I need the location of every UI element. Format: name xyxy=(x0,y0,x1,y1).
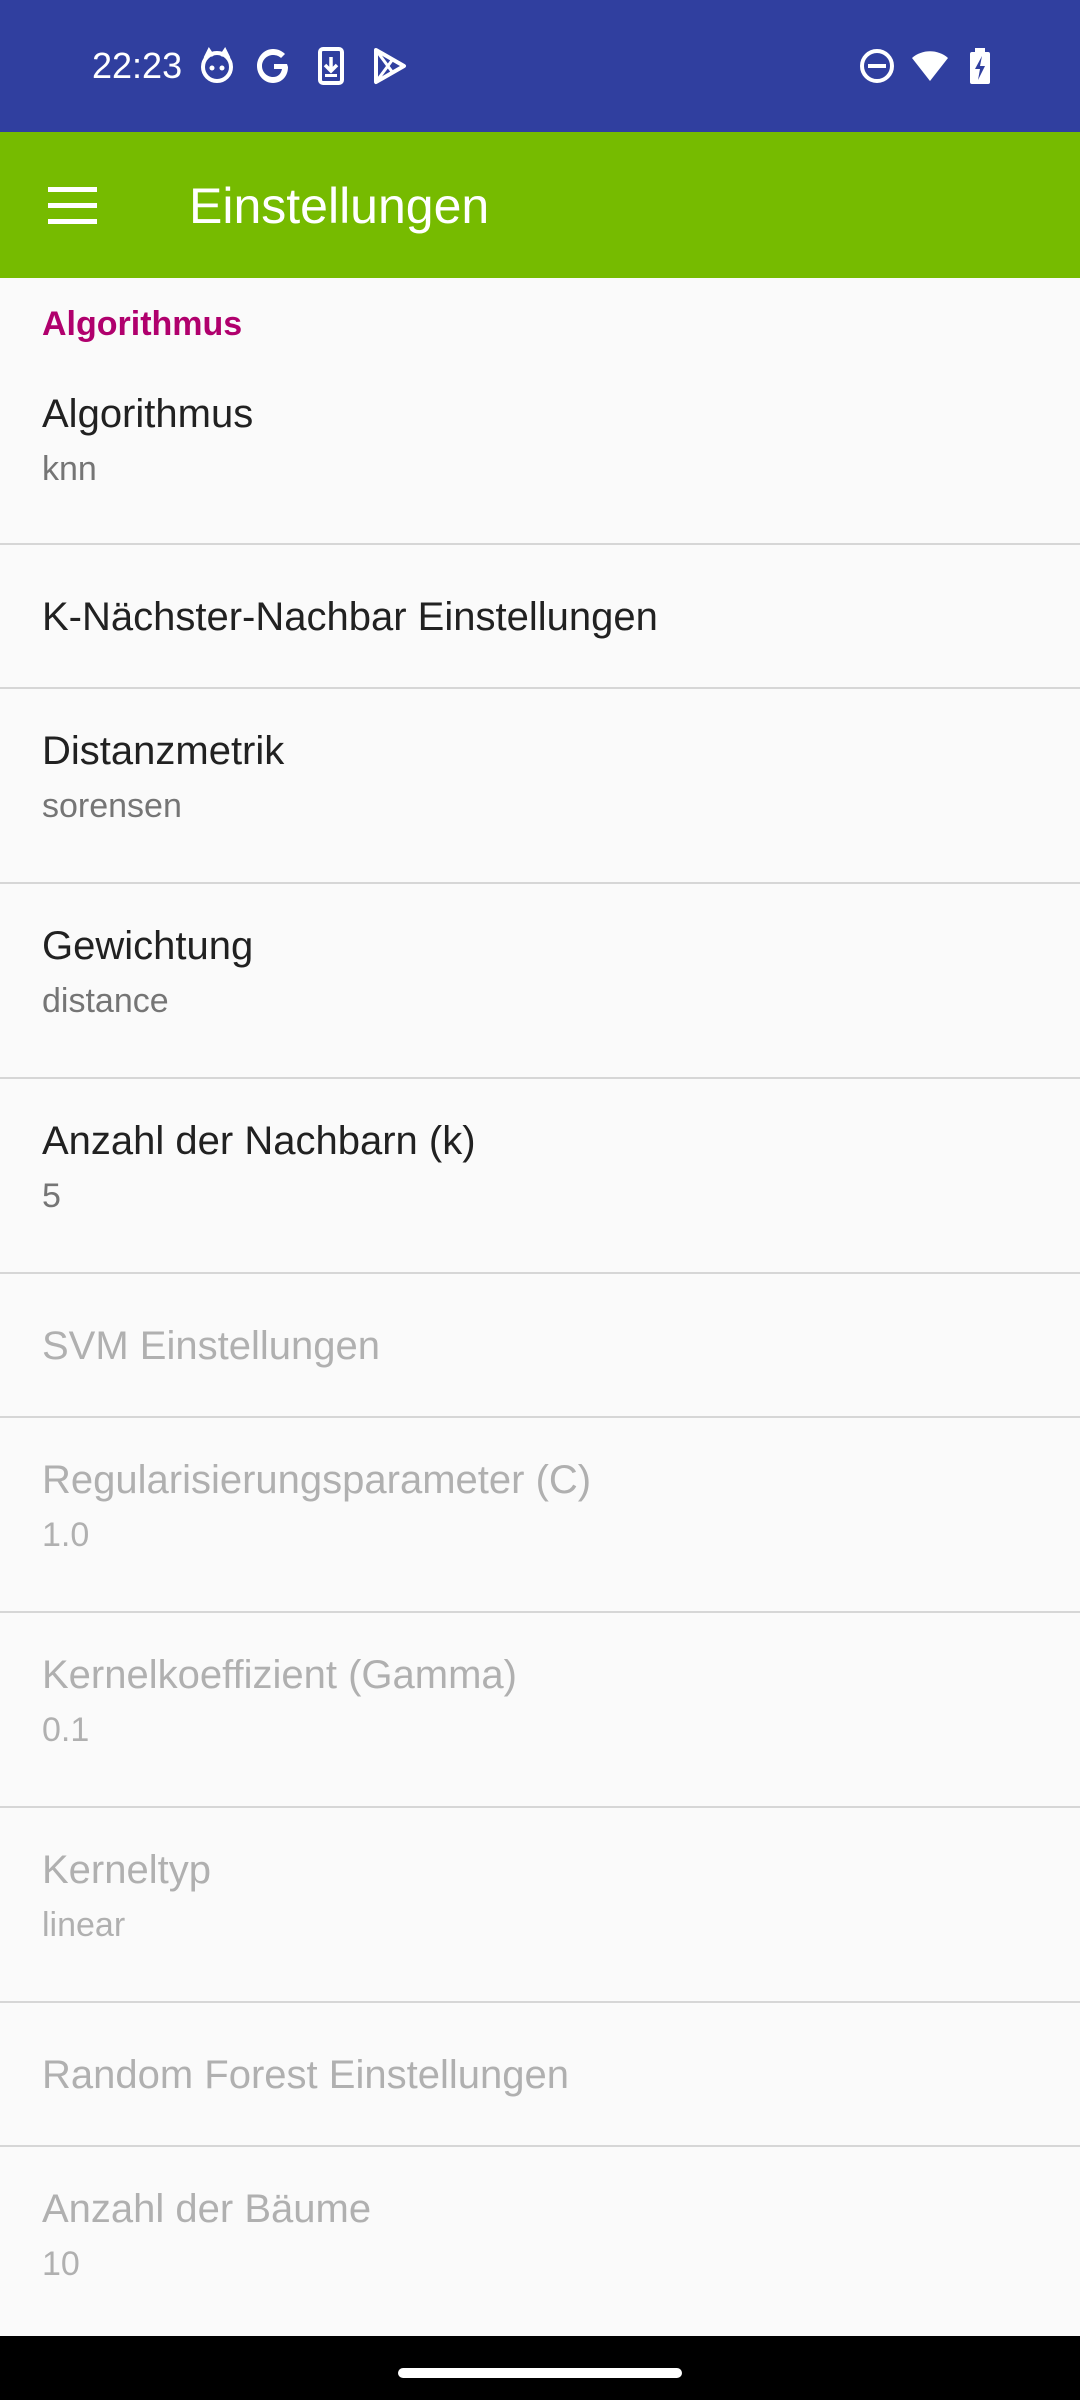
page-title: Einstellungen xyxy=(189,178,490,234)
category-header: Algorithmus xyxy=(0,278,1080,370)
pref-title: Regularisierungsparameter (C) xyxy=(42,1458,592,1502)
pref-title: Gewichtung xyxy=(42,924,254,968)
pref-algorithm[interactable]: Algorithmus knn xyxy=(0,370,1080,545)
category-title: Algorithmus xyxy=(42,305,243,343)
pref-svm-settings: SVM Einstellungen xyxy=(0,1274,1080,1418)
navigation-bar xyxy=(0,2336,1080,2400)
pref-title: Algorithmus xyxy=(42,392,254,436)
pref-title: Distanzmetrik xyxy=(42,729,285,773)
hamburger-menu-icon xyxy=(48,187,97,224)
app-bar: Einstellungen xyxy=(0,132,1080,278)
pref-summary: 1.0 xyxy=(42,1516,90,1554)
pref-title: Anzahl der Nachbarn (k) xyxy=(42,1119,476,1163)
wifi-icon xyxy=(912,51,948,81)
cat-face-icon xyxy=(201,47,233,83)
pref-title: K-Nächster-Nachbar Einstellungen xyxy=(42,595,658,639)
pref-tree-count: Anzahl der Bäume 10 xyxy=(0,2147,1080,2336)
pref-weighting[interactable]: Gewichtung distance xyxy=(0,884,1080,1079)
settings-list[interactable]: Algorithmus Algorithmus knn K-Nächster-N… xyxy=(0,278,1080,2336)
download-icon xyxy=(318,47,344,85)
pref-distance-metric[interactable]: Distanzmetrik sorensen xyxy=(0,689,1080,884)
battery-charging-icon xyxy=(970,48,990,84)
pref-summary: linear xyxy=(42,1906,126,1944)
pref-title: Anzahl der Bäume xyxy=(42,2187,372,2231)
home-gesture-handle[interactable] xyxy=(398,2368,682,2378)
pref-title: Kerneltyp xyxy=(42,1848,211,1892)
status-bar: 22:23 xyxy=(0,0,1080,132)
pref-title: Kernelkoeffizient (Gamma) xyxy=(42,1653,517,1697)
pref-summary: 10 xyxy=(42,2245,80,2283)
pref-kernel-gamma: Kernelkoeffizient (Gamma) 0.1 xyxy=(0,1613,1080,1808)
pref-kernel-type: Kerneltyp linear xyxy=(0,1808,1080,2003)
play-store-icon xyxy=(374,48,406,84)
status-time: 22:23 xyxy=(92,45,183,86)
pref-knn-settings[interactable]: K-Nächster-Nachbar Einstellungen xyxy=(0,545,1080,689)
pref-title: SVM Einstellungen xyxy=(42,1324,380,1368)
pref-summary: distance xyxy=(42,982,169,1020)
pref-neighbor-count[interactable]: Anzahl der Nachbarn (k) 5 xyxy=(0,1079,1080,1274)
pref-summary: sorensen xyxy=(42,787,182,825)
do-not-disturb-icon xyxy=(860,49,894,83)
pref-regularization-c: Regularisierungsparameter (C) 1.0 xyxy=(0,1418,1080,1613)
menu-button[interactable] xyxy=(32,157,128,253)
pref-random-forest-settings: Random Forest Einstellungen xyxy=(0,2003,1080,2147)
pref-summary: 5 xyxy=(42,1177,61,1215)
pref-summary: 0.1 xyxy=(42,1711,90,1749)
pref-title: Random Forest Einstellungen xyxy=(42,2053,569,2097)
pref-summary: knn xyxy=(42,450,97,488)
google-g-icon xyxy=(257,49,288,83)
